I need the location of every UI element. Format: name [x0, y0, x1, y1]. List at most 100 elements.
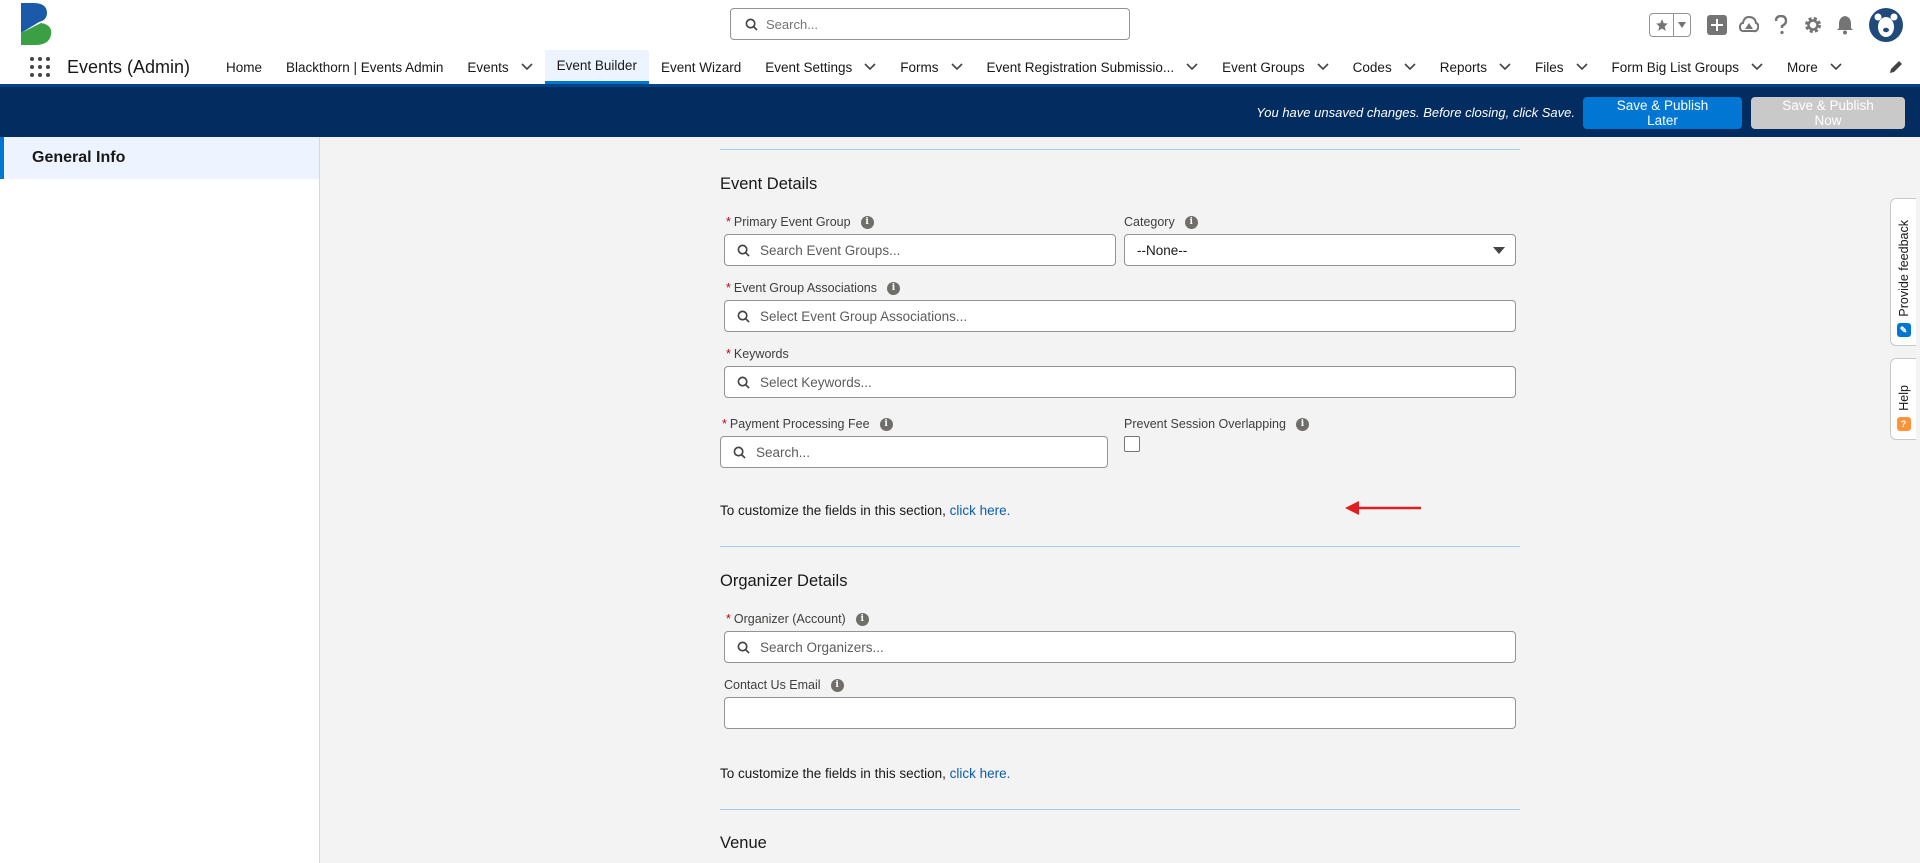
notifications-bell-icon[interactable]	[1834, 14, 1856, 36]
nav-item-label: Form Big List Groups	[1611, 59, 1740, 75]
trailhead-icon[interactable]	[1738, 14, 1760, 36]
search-icon	[737, 641, 750, 654]
favorites-menu-chevron-icon[interactable]	[1674, 14, 1690, 36]
nav-item-event-wizard[interactable]: Event Wizard	[649, 50, 753, 84]
chevron-down-icon[interactable]	[1317, 63, 1329, 71]
app-navigation-bar: Events (Admin) Home Blackthorn | Events A…	[0, 50, 1920, 87]
keywords-input[interactable]: Select Keywords...	[724, 366, 1516, 398]
nav-item-label: Event Groups	[1222, 59, 1305, 75]
info-icon[interactable]: i	[830, 678, 844, 692]
customize-fields-link[interactable]: click here.	[950, 503, 1011, 518]
contact-us-email-input[interactable]	[724, 697, 1516, 729]
edit-nav-pencil-icon[interactable]	[1888, 59, 1904, 75]
chevron-down-icon[interactable]	[1575, 63, 1588, 71]
info-icon[interactable]: i	[860, 215, 874, 229]
feedback-icon: ✎	[1896, 323, 1911, 337]
nav-item-reports[interactable]: Reports	[1428, 50, 1523, 84]
help-tab-icon: ?	[1896, 417, 1911, 431]
global-search-input[interactable]: Search...	[730, 8, 1130, 40]
dropdown-caret-icon	[1493, 247, 1505, 254]
nav-item-label: Reports	[1439, 59, 1487, 75]
nav-item-label: Blackthorn | Events Admin	[286, 59, 444, 75]
builder-sidebar: General Info	[0, 137, 320, 863]
favorites-star-icon[interactable]	[1650, 14, 1674, 36]
venue-title: Venue	[720, 834, 767, 852]
nav-item-label: More	[1787, 59, 1818, 75]
chevron-down-icon[interactable]	[1404, 63, 1416, 71]
save-publish-later-button[interactable]: Save & Publish Later	[1583, 97, 1742, 129]
nav-item-label: Forms	[900, 59, 939, 75]
nav-item-more[interactable]: More	[1775, 50, 1854, 84]
info-icon[interactable]: i	[879, 417, 893, 431]
section-divider	[720, 149, 1520, 150]
search-icon	[733, 446, 746, 459]
info-icon[interactable]: i	[855, 612, 869, 626]
nav-item-blackthorn-events-admin[interactable]: Blackthorn | Events Admin	[274, 50, 455, 84]
chevron-down-icon[interactable]	[521, 63, 533, 71]
nav-item-events[interactable]: Events	[455, 50, 544, 84]
unsaved-changes-message: You have unsaved changes. Before closing…	[1256, 105, 1575, 120]
customize-fields-note: To customize the fields in this section,…	[720, 766, 1011, 781]
info-icon[interactable]: i	[1184, 215, 1198, 229]
chevron-down-icon[interactable]	[864, 63, 876, 71]
annotation-arrow-icon	[1345, 501, 1421, 515]
chevron-down-icon[interactable]	[1830, 63, 1842, 71]
chevron-down-icon[interactable]	[1751, 63, 1763, 71]
help-tab[interactable]: Help ?	[1890, 358, 1916, 440]
info-icon[interactable]: i	[1295, 417, 1309, 431]
search-icon	[737, 376, 750, 389]
organizer-account-input[interactable]: Search Organizers...	[724, 631, 1516, 663]
nav-item-event-settings[interactable]: Event Settings	[753, 50, 888, 84]
nav-item-codes[interactable]: Codes	[1341, 50, 1428, 84]
setup-gear-icon[interactable]	[1802, 14, 1824, 36]
provide-feedback-tab[interactable]: Provide feedback ✎	[1890, 198, 1916, 346]
nav-item-event-registration-submissio[interactable]: Event Registration Submissio...	[975, 50, 1211, 84]
category-label: Category i	[1124, 215, 1198, 229]
global-header: Search...	[0, 0, 1920, 50]
customize-fields-note: To customize the fields in this section,…	[720, 503, 1011, 518]
organizer-account-label: * Organizer (Account) i	[726, 612, 869, 626]
global-actions-add-icon[interactable]	[1706, 14, 1728, 36]
nav-item-form-big-list-groups[interactable]: Form Big List Groups	[1600, 50, 1776, 84]
nav-item-label: Event Builder	[556, 58, 637, 73]
chevron-down-icon[interactable]	[950, 63, 963, 71]
chevron-down-icon[interactable]	[1499, 63, 1511, 71]
event-group-associations-label: * Event Group Associations i	[726, 281, 901, 295]
search-icon	[737, 310, 750, 323]
nav-item-label: Event Settings	[765, 59, 853, 75]
nav-item-label: Event Registration Submissio...	[986, 59, 1175, 75]
section-divider	[720, 809, 1520, 810]
nav-item-files[interactable]: Files	[1523, 50, 1600, 84]
org-logo[interactable]	[19, 3, 53, 45]
help-icon[interactable]	[1770, 14, 1792, 36]
nav-items: Home Blackthorn | Events Admin Events Event…	[214, 50, 1854, 84]
primary-event-group-input[interactable]: Search Event Groups...	[724, 234, 1116, 266]
unsaved-changes-bar: You have unsaved changes. Before closing…	[0, 87, 1920, 137]
event-group-associations-input[interactable]: Select Event Group Associations...	[724, 300, 1516, 332]
app-launcher-icon[interactable]	[30, 57, 50, 77]
organizer-details-title: Organizer Details	[720, 572, 848, 590]
nav-item-forms[interactable]: Forms	[888, 50, 974, 84]
category-select[interactable]: --None--	[1124, 234, 1516, 266]
nav-item-label: Event Wizard	[660, 59, 742, 75]
nav-item-event-groups[interactable]: Event Groups	[1210, 50, 1341, 84]
prevent-session-overlapping-checkbox[interactable]	[1124, 436, 1140, 452]
info-icon[interactable]: i	[887, 281, 901, 295]
user-avatar[interactable]	[1869, 8, 1903, 42]
app-name: Events (Admin)	[67, 57, 191, 77]
contact-us-email-label: Contact Us Email i	[724, 678, 844, 692]
chevron-down-icon[interactable]	[1186, 63, 1198, 71]
nav-item-event-builder[interactable]: Event Builder	[544, 50, 649, 84]
sidebar-item-general-info[interactable]: General Info	[0, 137, 319, 179]
header-icon-group	[1649, 8, 1920, 42]
section-divider	[720, 546, 1520, 547]
prevent-session-overlapping-label: Prevent Session Overlapping i	[1124, 417, 1309, 431]
nav-item-label: Codes	[1352, 59, 1392, 75]
builder-main-panel: Event Details * Primary Event Group i Sear…	[320, 137, 1920, 863]
nav-item-home[interactable]: Home	[214, 50, 274, 84]
nav-item-label: Events	[467, 59, 509, 75]
save-publish-now-button[interactable]: Save & Publish Now	[1751, 97, 1905, 129]
customize-fields-link[interactable]: click here.	[950, 766, 1011, 781]
global-search-placeholder: Search...	[766, 16, 819, 32]
payment-processing-fee-input[interactable]: Search...	[720, 436, 1108, 468]
